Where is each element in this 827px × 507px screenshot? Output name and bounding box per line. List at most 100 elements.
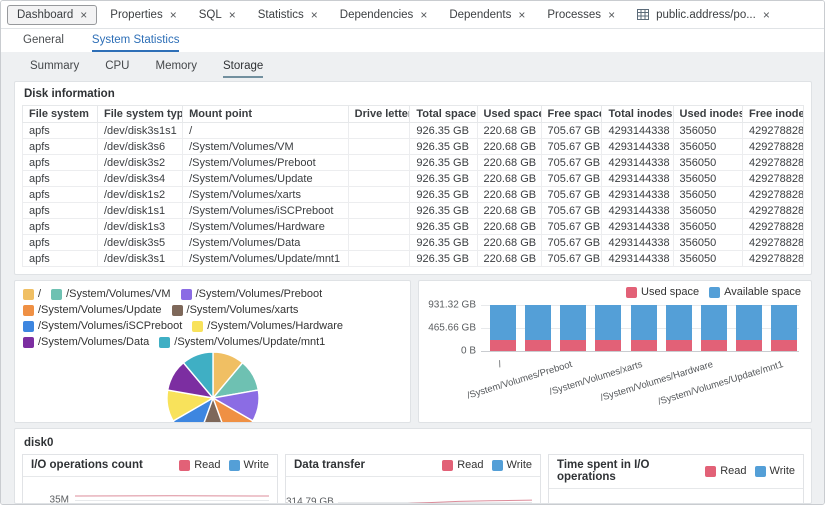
table-cell: 356050 (673, 139, 743, 155)
y-gridline (481, 351, 799, 352)
mini-chart-area: 35M30M (23, 483, 277, 504)
tab-properties[interactable]: Properties× (101, 6, 185, 24)
disk-information-title: Disk information (22, 84, 804, 105)
table-cell: 356050 (673, 235, 743, 251)
mini-chart-title: Data transfer (294, 459, 365, 471)
table-cell: /dev/disk3s1s1 (97, 123, 182, 139)
pie-chart-wrap (23, 349, 402, 423)
legend-label: Read (194, 459, 220, 471)
legend-item-system-volumes-data: /System/Volumes/Data (23, 335, 149, 349)
table-cell (348, 139, 410, 155)
mini-chart-i-o-operations-count: I/O operations countReadWrite35M30M (22, 454, 278, 504)
stat-tab-memory[interactable]: Memory (155, 60, 197, 78)
disk-usage-pie-panel: //System/Volumes/VM/System/Volumes/Prebo… (14, 280, 411, 423)
stat-tab-storage[interactable]: Storage (223, 60, 263, 78)
table-cell: 220.68 GB (477, 155, 541, 171)
nav-tab-system-statistics[interactable]: System Statistics (92, 34, 180, 52)
bar-available-space (701, 305, 727, 340)
legend-item-write: Write (755, 465, 795, 477)
close-icon[interactable]: × (229, 9, 236, 21)
legend-swatch (23, 305, 34, 316)
legend-item-system-volumes-iscpreboot: /System/Volumes/iSCPreboot (23, 319, 182, 333)
close-icon[interactable]: × (311, 9, 318, 21)
mini-chart-data-transfer: Data transferReadWrite314.79 GB (285, 454, 541, 504)
table-cell: apfs (23, 171, 98, 187)
legend-swatch (192, 321, 203, 332)
table-cell: 4293144338 (602, 219, 673, 235)
table-cell: 220.68 GB (477, 139, 541, 155)
tab-dashboard[interactable]: Dashboard× (7, 5, 97, 25)
disk-information-table: File systemFile system typeMount pointDr… (22, 105, 804, 267)
close-icon[interactable]: × (420, 9, 427, 21)
legend-item-system-volumes-xarts: /System/Volumes/xarts (172, 303, 299, 317)
tab-public-address-po[interactable]: public.address/po...× (628, 6, 779, 24)
y-tick-label: 931.32 GB (419, 300, 476, 311)
tab-processes[interactable]: Processes × (538, 6, 624, 24)
legend-label: Used space (641, 286, 699, 298)
table-cell: /System/Volumes/Data (183, 235, 349, 251)
close-icon[interactable]: × (170, 9, 177, 21)
mini-chart-header: Data transfer ReadWrite (286, 455, 540, 477)
mini-chart-plot (338, 483, 532, 504)
bar-chart-legend: Used space Available space (626, 286, 801, 298)
table-cell: 4292788288 (743, 235, 804, 251)
tab-label: Processes (547, 9, 601, 21)
close-icon[interactable]: × (608, 9, 615, 21)
nav-tab-general[interactable]: General (23, 34, 64, 52)
table-cell: 926.35 GB (410, 187, 477, 203)
table-cell: 926.35 GB (410, 203, 477, 219)
table-cell: 4292788288 (743, 219, 804, 235)
bar-available-space (490, 305, 516, 340)
table-cell: 356050 (673, 155, 743, 171)
close-icon[interactable]: × (763, 9, 770, 21)
table-cell (348, 187, 410, 203)
legend-item-available-space: Available space (709, 286, 801, 298)
legend-swatch (159, 337, 170, 348)
tab-sql[interactable]: SQL × (190, 6, 245, 24)
tab-label: SQL (199, 9, 222, 21)
table-cell: 705.67 GB (541, 251, 602, 267)
legend-swatch (23, 289, 34, 300)
mini-chart-title: Time spent in I/O operations (557, 459, 705, 483)
legend-item-system-volumes-hardware: /System/Volumes/Hardware (192, 319, 343, 333)
table-cell: 356050 (673, 219, 743, 235)
table-cell: 926.35 GB (410, 235, 477, 251)
tab-dependencies[interactable]: Dependencies× (331, 6, 437, 24)
table-cell: 705.67 GB (541, 123, 602, 139)
mini-chart-title: I/O operations count (31, 459, 143, 471)
table-row: apfs/dev/disk3s2/System/Volumes/Preboot9… (23, 155, 804, 171)
x-tick-label: / (497, 359, 503, 370)
storage-charts-row: //System/Volumes/VM/System/Volumes/Prebo… (14, 280, 812, 423)
legend-label: Write (507, 459, 532, 471)
stat-tab-cpu[interactable]: CPU (105, 60, 129, 78)
table-cell: 220.68 GB (477, 187, 541, 203)
table-cell (348, 203, 410, 219)
tab-statistics[interactable]: Statistics× (249, 6, 327, 24)
mini-chart-plot (75, 483, 269, 504)
legend-swatch (172, 305, 183, 316)
table-row: apfs/dev/disk1s1/System/Volumes/iSCPrebo… (23, 203, 804, 219)
table-cell: apfs (23, 219, 98, 235)
close-icon[interactable]: × (80, 9, 87, 21)
table-cell: 356050 (673, 203, 743, 219)
table-cell: /dev/disk3s2 (97, 155, 182, 171)
mini-chart-legend: ReadWrite (442, 459, 532, 471)
table-cell: 220.68 GB (477, 235, 541, 251)
table-cell: 705.67 GB (541, 235, 602, 251)
close-icon[interactable]: × (518, 9, 525, 21)
table-cell (348, 251, 410, 267)
table-cell: 705.67 GB (541, 171, 602, 187)
legend-swatch (626, 287, 637, 298)
bar-available-space (595, 305, 621, 340)
table-cell: /System/Volumes/Update (183, 171, 349, 187)
bar-available-space (736, 305, 762, 340)
stat-tab-summary[interactable]: Summary (30, 60, 79, 78)
table-cell: /dev/disk3s6 (97, 139, 182, 155)
tab-dependents[interactable]: Dependents× (440, 6, 534, 24)
legend-label: /System/Volumes/Preboot (196, 287, 323, 301)
table-cell: apfs (23, 203, 98, 219)
table-cell: /System/Volumes/Update/mnt1 (183, 251, 349, 267)
mini-chart-area: 1.11 h (549, 495, 803, 504)
table-cell: /System/Volumes/VM (183, 139, 349, 155)
table-row: apfs/dev/disk3s1s1/926.35 GB220.68 GB705… (23, 123, 804, 139)
